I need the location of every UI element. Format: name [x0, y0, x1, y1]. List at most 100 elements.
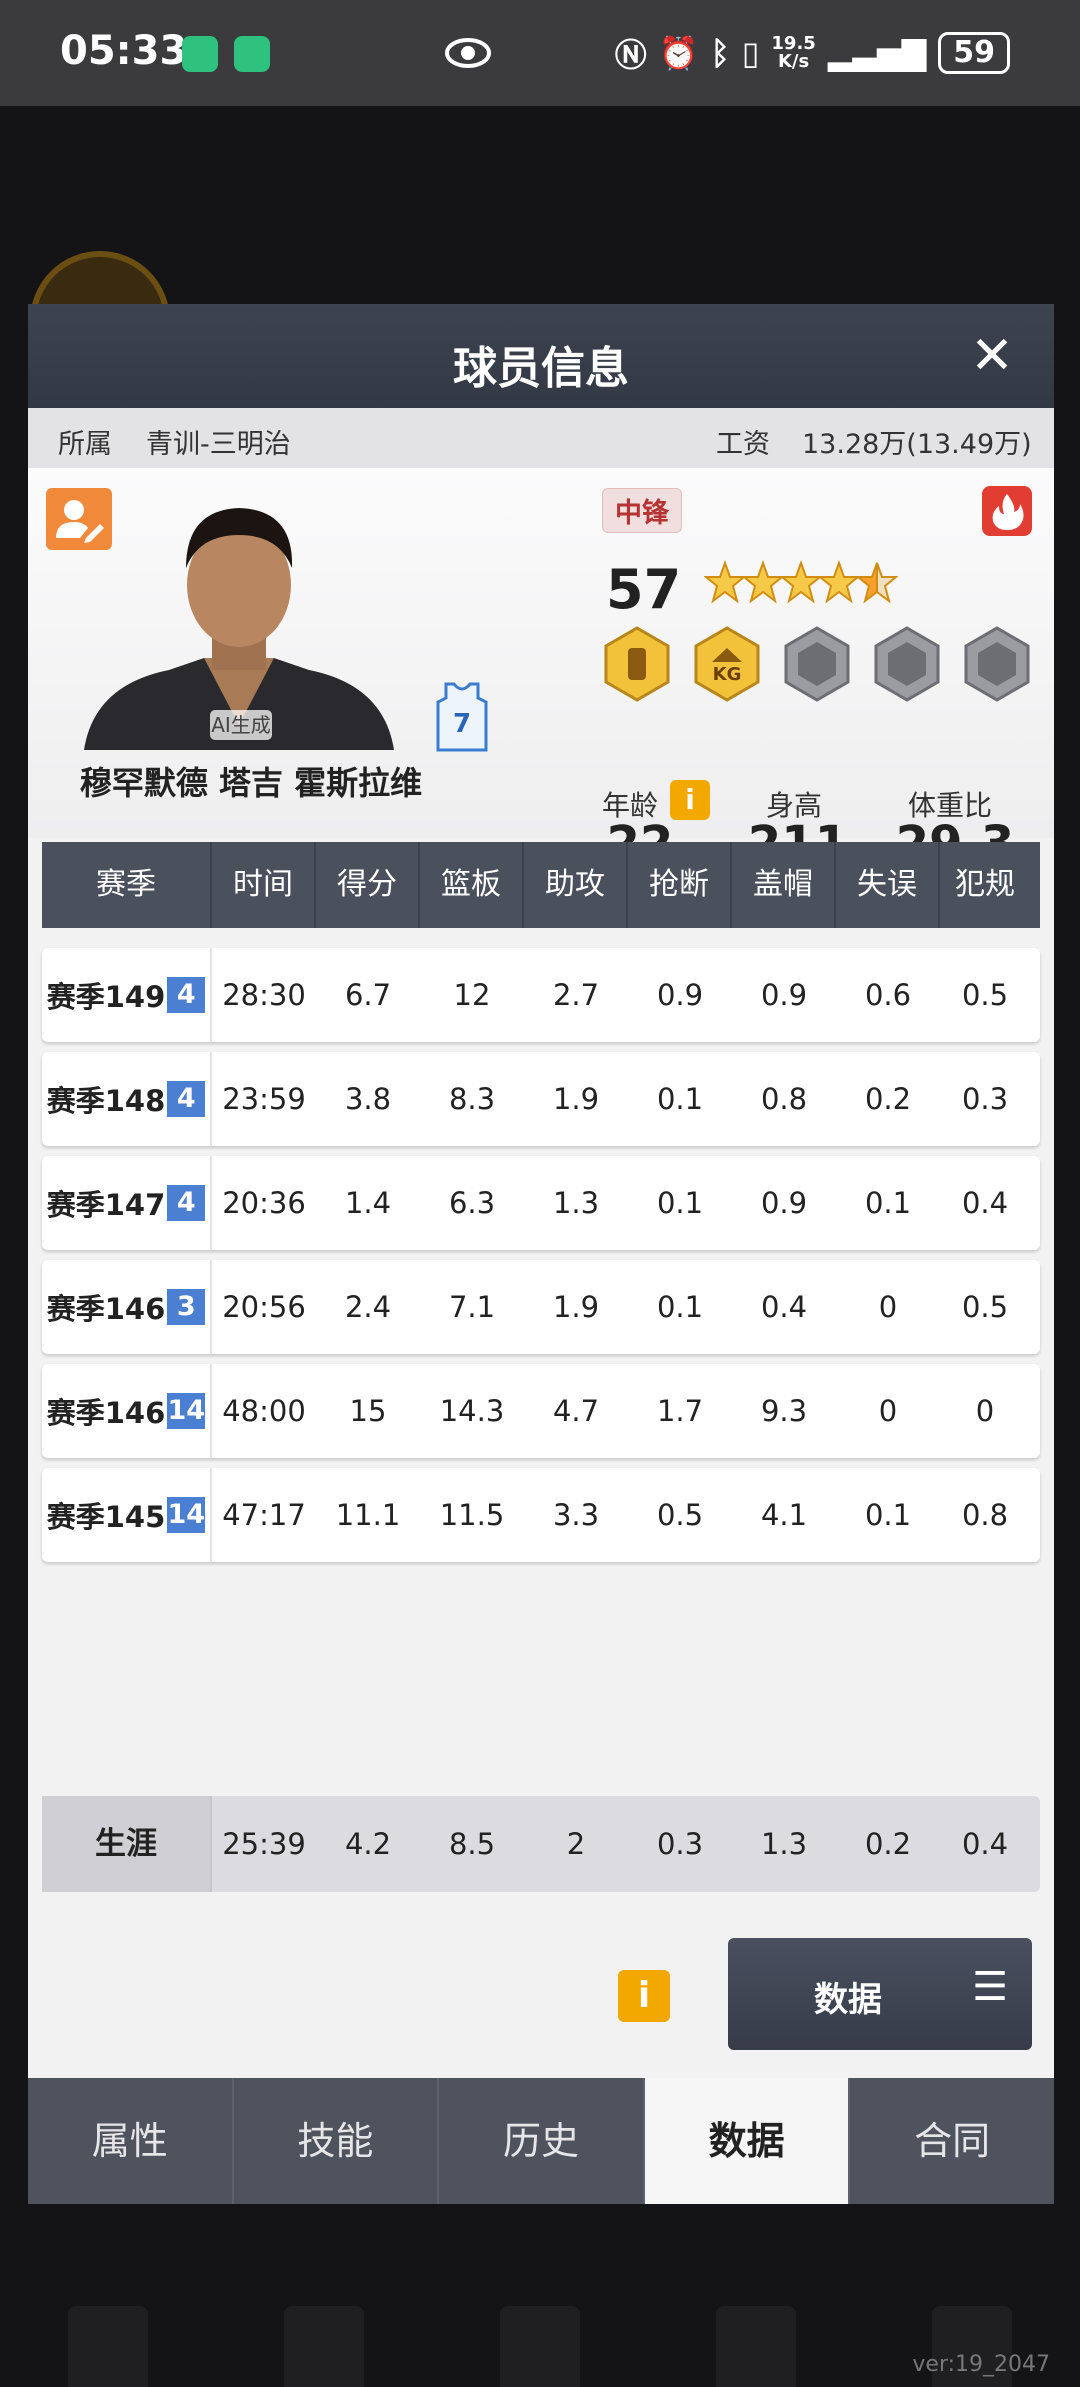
blocks-cell: 0.8 — [760, 1082, 808, 1116]
season-cell: 赛季147 4 — [42, 1156, 212, 1250]
tab-skills[interactable]: 技能 — [234, 2078, 440, 2204]
panel-header: 球员信息 ✕ — [28, 304, 1054, 408]
person-edit-icon — [56, 500, 104, 543]
steals-cell: 0.3 — [656, 1827, 704, 1861]
assists-cell: 2 — [566, 1827, 586, 1861]
fouls-cell: 0.5 — [961, 1290, 1009, 1324]
star-icon — [742, 560, 784, 604]
gold-badge-icon[interactable] — [602, 626, 672, 702]
network-speed: 19.5 K/s — [771, 33, 816, 72]
points-cell: 6.7 — [344, 978, 392, 1012]
star-icon — [818, 560, 860, 604]
ai-generated-tag: AI生成 — [211, 713, 271, 737]
half-star-icon — [856, 562, 898, 604]
tab-data[interactable]: 数据 — [644, 2078, 851, 2204]
season-cell: 赛季146 3 — [42, 1260, 212, 1354]
tab-attributes[interactable]: 属性 — [28, 2078, 234, 2204]
career-label: 生涯 — [42, 1796, 212, 1892]
turnovers-cell: 0.1 — [864, 1186, 912, 1220]
time-cell: 25:39 — [222, 1827, 306, 1861]
blocks-cell: 1.3 — [760, 1827, 808, 1861]
locked-badge-icon[interactable] — [782, 626, 852, 702]
team-label: 所属 — [58, 429, 112, 460]
turnovers-cell: 0.1 — [864, 1498, 912, 1532]
player-portrait[interactable]: AI生成 — [74, 480, 404, 750]
blocks-cell: 0.9 — [760, 978, 808, 1012]
player-profile: AI生成 7 穆罕默德 塔吉 霍斯拉维 中锋 57 KG 年龄 i 身高 体重比 — [28, 468, 1054, 872]
locked-badge-icon[interactable] — [872, 626, 942, 702]
hourglass-icon — [182, 36, 218, 72]
col-header-fouls: 犯规 — [955, 867, 1015, 902]
points-cell: 11.1 — [335, 1498, 401, 1532]
blocks-cell: 4.1 — [760, 1498, 808, 1532]
table-row[interactable]: 赛季147 4 20:36 1.4 6.3 1.3 0.1 0.9 0.1 0.4 — [42, 1156, 1040, 1250]
col-header-season: 赛季 — [42, 842, 212, 928]
star-icon — [704, 560, 746, 604]
career-row: 生涯 25:39 4.2 8.5 2 0.3 1.3 0.2 0.4 — [42, 1796, 1040, 1892]
edit-player-button[interactable] — [46, 488, 112, 550]
table-row[interactable]: 赛季146 14 48:00 15 14.3 4.7 1.7 9.3 0 0 — [42, 1364, 1040, 1458]
turnovers-cell: 0 — [878, 1394, 898, 1428]
tier-badge: 4 — [167, 1081, 206, 1117]
col-header-assists: 助攻 — [524, 842, 628, 928]
overall-rating: 57 — [606, 558, 682, 621]
data-dropdown-button[interactable]: 数据 ☰ — [728, 1938, 1032, 2050]
time-cell: 28:30 — [222, 978, 306, 1012]
age-info-button[interactable]: i — [670, 780, 710, 820]
steals-cell: 0.1 — [656, 1082, 704, 1116]
team-value: 青训-三明治 — [146, 429, 291, 460]
background-nav-item — [68, 2306, 148, 2387]
turnovers-cell: 0.2 — [864, 1827, 912, 1861]
points-cell: 3.8 — [344, 1082, 392, 1116]
close-button[interactable]: ✕ — [966, 330, 1018, 382]
salary-value: 13.28万(13.49万) — [802, 429, 1032, 460]
tier-badge: 4 — [167, 977, 206, 1013]
assists-cell: 3.3 — [552, 1498, 600, 1532]
rebounds-cell: 11.5 — [439, 1498, 505, 1532]
stats-info-button[interactable]: i — [618, 1970, 670, 2022]
table-row[interactable]: 赛季148 4 23:59 3.8 8.3 1.9 0.1 0.8 0.2 0.3 — [42, 1052, 1040, 1146]
table-row[interactable]: 赛季149 4 28:30 6.7 12 2.7 0.9 0.9 0.6 0.5 — [42, 948, 1040, 1042]
steals-cell: 1.7 — [656, 1394, 704, 1428]
alarm-icon: ⏰ — [658, 34, 699, 72]
col-header-rebounds: 篮板 — [420, 842, 524, 928]
assists-cell: 1.9 — [552, 1082, 600, 1116]
steals-cell: 0.1 — [656, 1290, 704, 1324]
time-cell: 23:59 — [222, 1082, 306, 1116]
time-cell: 47:17 — [222, 1498, 306, 1532]
star-icon — [780, 560, 822, 604]
nfc-icon: Ⓝ — [614, 36, 647, 74]
table-row[interactable]: 赛季145 14 47:17 11.1 11.5 3.3 0.5 4.1 0.1 … — [42, 1468, 1040, 1562]
fouls-cell: 0.3 — [961, 1082, 1009, 1116]
background-nav-item — [500, 2306, 580, 2387]
status-bar: 05:33 Ⓝ ⏰ ᛒ ▯ 19.5 K/s ▂▃▅▇ 59 — [0, 0, 1080, 106]
steals-cell: 0.5 — [656, 1498, 704, 1532]
rebounds-cell: 12 — [453, 978, 491, 1012]
assists-cell: 1.9 — [552, 1290, 600, 1324]
points-cell: 15 — [349, 1394, 387, 1428]
season-cell: 赛季149 4 — [42, 948, 212, 1042]
tier-badge: 14 — [167, 1393, 206, 1429]
season-cell: 赛季145 14 — [42, 1468, 212, 1562]
tier-badge: 14 — [167, 1497, 206, 1533]
locked-badge-icon[interactable] — [962, 626, 1032, 702]
player-info-panel: 球员信息 ✕ 所属 青训-三明治 工资 13.28万(13.49万) AI生成 — [28, 304, 1054, 2204]
blocks-cell: 0.4 — [760, 1290, 808, 1324]
status-right-icons: Ⓝ ⏰ ᛒ ▯ 19.5 K/s ▂▃▅▇ 59 — [615, 30, 1010, 76]
battery-indicator: 59 — [938, 32, 1010, 74]
table-row[interactable]: 赛季146 3 20:56 2.4 7.1 1.9 0.1 0.4 0 0.5 — [42, 1260, 1040, 1354]
fire-button[interactable] — [982, 486, 1032, 536]
svg-text:KG: KG — [713, 664, 742, 685]
version-label: ver:19_2047 — [912, 2352, 1050, 2377]
stats-table-header: 赛季 时间 得分 篮板 助攻 抢断 盖帽 失误 犯规 — [42, 842, 1040, 928]
col-header-time: 时间 — [212, 842, 316, 928]
fouls-cell: 0.4 — [961, 1186, 1009, 1220]
star-rating — [704, 560, 898, 606]
season-cell: 赛季146 14 — [42, 1364, 212, 1458]
skill-badges: KG — [602, 626, 1032, 702]
tab-history[interactable]: 历史 — [439, 2078, 645, 2204]
tab-contract[interactable]: 合同 — [850, 2078, 1054, 2204]
wechat-icon — [234, 36, 270, 72]
eye-icon — [445, 38, 491, 68]
kg-badge-icon[interactable]: KG — [692, 626, 762, 702]
